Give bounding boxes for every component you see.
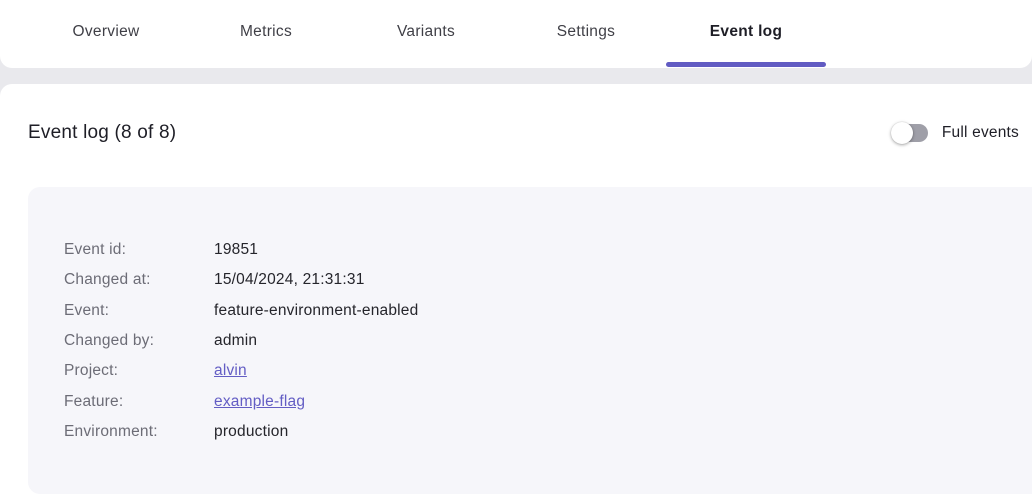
event-detail-row: Changed by:admin xyxy=(64,326,1032,356)
tab-label: Event log xyxy=(710,23,782,45)
event-detail-value: 19851 xyxy=(214,241,258,259)
event-detail-value: admin xyxy=(214,332,257,350)
feature-link[interactable]: example-flag xyxy=(214,393,305,411)
tab-label: Metrics xyxy=(240,23,292,45)
event-card: Event id:19851Changed at:15/04/2024, 21:… xyxy=(28,187,1032,494)
event-log-panel: Event log (8 of 8) Full events Event id:… xyxy=(0,84,1032,502)
page-title: Event log (8 of 8) xyxy=(28,122,176,144)
event-detail-row: Changed at:15/04/2024, 21:31:31 xyxy=(64,265,1032,295)
tab-metrics[interactable]: Metrics xyxy=(186,0,346,68)
active-tab-indicator xyxy=(666,62,826,67)
full-events-toggle[interactable] xyxy=(892,122,928,144)
divider-gap xyxy=(0,68,1032,84)
event-detail-row: Environment:production xyxy=(64,417,1032,447)
event-detail-label: Event: xyxy=(64,302,214,320)
toggle-label: Full events xyxy=(942,124,1019,142)
event-detail-label: Event id: xyxy=(64,241,214,259)
event-detail-label: Project: xyxy=(64,362,214,380)
event-detail-rows: Event id:19851Changed at:15/04/2024, 21:… xyxy=(28,187,1032,447)
event-detail-label: Environment: xyxy=(64,423,214,441)
event-detail-label: Feature: xyxy=(64,393,214,411)
tab-label: Settings xyxy=(557,23,615,45)
event-detail-value: 15/04/2024, 21:31:31 xyxy=(214,271,365,289)
project-link[interactable]: alvin xyxy=(214,362,247,380)
tabs-nav: Overview Metrics Variants Settings Event log xyxy=(0,0,1032,68)
event-detail-label: Changed by: xyxy=(64,332,214,350)
tab-overview[interactable]: Overview xyxy=(26,0,186,68)
tab-label: Variants xyxy=(397,23,455,45)
tab-variants[interactable]: Variants xyxy=(346,0,506,68)
full-events-toggle-group: Full events xyxy=(892,122,1019,144)
event-detail-row: Event:feature-environment-enabled xyxy=(64,296,1032,326)
tab-settings[interactable]: Settings xyxy=(506,0,666,68)
tab-event-log[interactable]: Event log xyxy=(666,0,826,68)
event-detail-row: Event id:19851 xyxy=(64,235,1032,265)
event-detail-value: feature-environment-enabled xyxy=(214,302,418,320)
event-detail-label: Changed at: xyxy=(64,271,214,289)
toggle-thumb-icon xyxy=(891,122,913,144)
panel-header: Event log (8 of 8) Full events xyxy=(0,84,1032,144)
tab-label: Overview xyxy=(73,23,140,45)
tab-bar: Overview Metrics Variants Settings Event log xyxy=(0,0,1032,68)
event-detail-row: Project:alvin xyxy=(64,356,1032,386)
page: Overview Metrics Variants Settings Event log… xyxy=(0,0,1032,502)
event-detail-row: Feature:example-flag xyxy=(64,386,1032,416)
event-detail-value: production xyxy=(214,423,288,441)
